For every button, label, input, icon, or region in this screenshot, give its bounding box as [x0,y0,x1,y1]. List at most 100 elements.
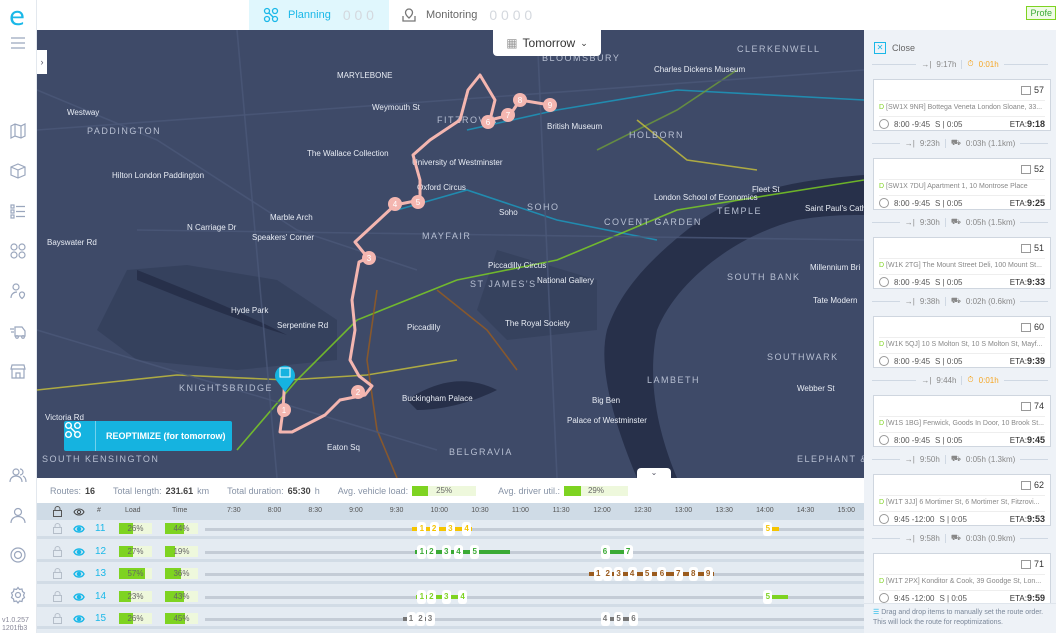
eye-icon[interactable] [73,547,85,557]
route-number[interactable]: 13 [95,568,106,579]
expand-icon[interactable] [1020,401,1031,411]
map[interactable]: MARYLEBONE BLOOMSBURY CLERKENWELL Charles D… [37,30,864,478]
date-selector[interactable]: ▦ Tomorrow ⌄ [493,30,601,56]
hamburger-menu-icon[interactable] [9,34,27,52]
timeline-stop[interactable]: 3 [445,522,455,536]
list-icon[interactable] [9,202,27,220]
timeline-stop[interactable]: 4 [458,589,468,604]
route-stop-marker[interactable]: 5 [411,195,425,209]
route-stop-marker[interactable]: 9 [543,98,557,112]
stop-card[interactable]: 60 D [W1K 5QJ] 10 S Molton St, 10 S Molt… [873,316,1051,368]
timeline-stop[interactable]: 5 [470,544,480,559]
eye-icon[interactable] [73,524,85,534]
timeline-stop[interactable]: 4 [462,522,472,536]
user-icon[interactable] [9,506,27,524]
timeline-stop[interactable]: 7 [623,544,633,559]
timeline-stop[interactable]: 2 [429,522,439,536]
lock-icon[interactable] [53,568,62,579]
timeline-stop[interactable]: 5 [642,567,652,581]
route-stop-marker[interactable]: 8 [513,93,527,107]
collapse-timeline-button[interactable]: ⌄ [637,468,671,478]
route-stop-marker[interactable]: 4 [388,197,402,211]
timeline-stop[interactable]: 1 [593,567,603,581]
timeline-stop[interactable]: 3 [614,567,624,581]
expand-sidebar-button[interactable]: › [37,50,47,74]
expand-icon[interactable] [1020,243,1031,253]
lock-icon[interactable] [53,506,62,517]
timeline-stop[interactable]: 6 [600,544,610,559]
timeline-stop[interactable]: 7 [673,567,683,581]
expand-icon[interactable] [1020,322,1031,332]
users-icon[interactable] [9,466,27,484]
expand-icon[interactable] [1020,85,1031,95]
route-stop-marker[interactable]: 3 [362,251,376,265]
tab-planning[interactable]: Planning 0 0 0 [249,0,389,30]
stop-card[interactable]: 52 D [SW1X 7DU] Apartment 1, 10 Montrose… [873,158,1051,210]
route-stop-marker[interactable]: 7 [501,108,515,122]
route-stop-marker[interactable]: 1 [277,403,291,417]
timeline-stop[interactable]: 1 [417,589,427,604]
app-logo[interactable]: e [9,2,25,32]
lock-icon[interactable] [53,523,62,534]
timeline-stop[interactable]: 1 [417,522,427,536]
stop-card[interactable]: 71 D [W1T 2PX] Konditor & Cook, 39 Goodg… [873,553,1051,605]
route-row[interactable]: 13 57% 36% 123456789 [37,565,864,584]
timeline-stop[interactable]: 5 [763,589,773,604]
timeline-stop[interactable]: 6 [629,612,638,626]
timeline-stop[interactable]: 4 [453,544,463,559]
route-row[interactable]: 15 26% 45% 123 456 [37,610,864,629]
stop-card[interactable]: 62 D [W1T 3JJ] 6 Mortimer St, 6 Mortimer… [873,474,1051,526]
route-number[interactable]: 11 [95,523,105,534]
timeline-stop[interactable]: 3 [441,589,451,604]
eye-icon[interactable] [73,592,85,602]
stop-card[interactable]: 74 D [W1S 1BG] Fenwick, Goods In Door, 1… [873,395,1051,447]
timeline-stop[interactable]: 3 [441,544,451,559]
reoptimize-button[interactable]: REOPTIMIZE (for tomorrow) [64,421,232,451]
timeline-stop[interactable]: 2 [416,612,425,626]
close-button[interactable]: ✕ Close [874,42,915,54]
timeline-stop[interactable]: 8 [688,567,698,581]
route-row[interactable]: 14 23% 43% 1234 5 [37,587,864,607]
routes-icon[interactable] [9,242,27,260]
timeline-stop[interactable]: 2 [426,544,436,559]
eye-icon[interactable] [73,507,85,517]
driver-location-icon[interactable] [9,282,27,300]
timeline-stop[interactable]: 1 [406,612,416,626]
timeline-stop[interactable]: 2 [426,589,436,604]
lock-icon[interactable] [53,590,62,602]
route-number[interactable]: 14 [95,591,106,602]
timeline-stop[interactable]: 9 [703,567,713,581]
stop-card[interactable]: 57 D [SW1X 9NR] Bottega Veneta London Sl… [873,79,1051,131]
eye-icon[interactable] [73,614,85,624]
stop-card[interactable]: 51 D [W1K 2TG] The Mount Street Deli, 10… [873,237,1051,289]
timeline-stop[interactable]: 6 [657,567,667,581]
eye-icon[interactable] [73,569,85,579]
timeline-stop[interactable]: 4 [600,612,610,626]
map-icon[interactable] [9,122,27,140]
timeline-stop[interactable]: 4 [627,567,637,581]
timeline-stop[interactable]: 1 [417,544,427,559]
tab-monitoring[interactable]: Monitoring 0 0 0 0 [401,0,561,30]
map-canvas[interactable]: MARYLEBONEBLOOMSBURYCLERKENWELLCharles D… [37,30,864,478]
timeline-stop[interactable]: 2 [603,567,613,581]
route-stop-marker[interactable]: 6 [481,115,495,129]
route-row[interactable]: 11 26% 44% 1234 5 [37,520,864,539]
store-icon[interactable] [9,362,27,380]
expand-icon[interactable] [1020,164,1031,174]
route-row[interactable]: 12 27% 19% 1234567 [37,542,864,562]
expand-icon[interactable] [1020,559,1031,569]
delivery-truck-icon[interactable] [9,322,27,340]
depot-pin-icon[interactable] [275,365,295,392]
route-number[interactable]: 12 [95,546,106,557]
route-number[interactable]: 15 [95,613,106,624]
settings-icon[interactable] [9,586,27,604]
expand-icon[interactable] [1020,480,1031,490]
lock-icon[interactable] [53,545,62,557]
plan-badge[interactable]: Profe [1026,6,1056,20]
timeline-stop[interactable]: 3 [425,612,435,626]
support-icon[interactable] [9,546,27,564]
route-stop-marker[interactable]: 2 [351,385,365,399]
timeline-stop[interactable]: 5 [763,522,773,536]
package-icon[interactable] [9,162,27,180]
lock-icon[interactable] [53,613,62,624]
